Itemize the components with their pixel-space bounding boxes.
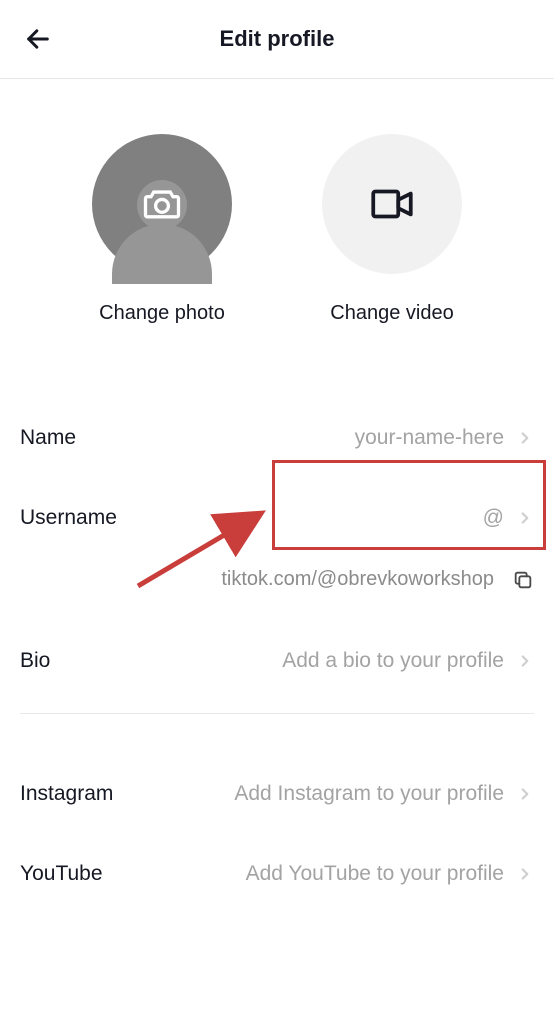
instagram-value-wrap: Add Instagram to your profile — [234, 782, 534, 806]
chevron-right-icon — [516, 652, 534, 670]
bio-value: Add a bio to your profile — [282, 649, 504, 673]
video-icon — [367, 179, 417, 229]
arrow-left-icon — [24, 25, 52, 53]
chevron-right-icon — [516, 785, 534, 803]
avatar-section: Change photo Change video — [0, 79, 554, 360]
youtube-value: Add YouTube to your profile — [246, 862, 504, 886]
bio-value-wrap: Add a bio to your profile — [282, 649, 534, 673]
profile-url: tiktok.com/@obrevkoworkshop — [221, 568, 494, 591]
name-label: Name — [20, 426, 76, 450]
change-video-label: Change video — [330, 302, 453, 325]
instagram-row[interactable]: Instagram Add Instagram to your profile — [20, 754, 534, 834]
instagram-label: Instagram — [20, 782, 113, 806]
settings-list: Name your-name-here Username @ tiktok.co… — [0, 360, 554, 914]
username-value: @ — [483, 506, 504, 530]
change-photo-button[interactable] — [92, 134, 232, 274]
username-label: Username — [20, 506, 117, 530]
name-value-wrap: your-name-here — [355, 426, 534, 450]
page-title: Edit profile — [20, 26, 534, 52]
youtube-label: YouTube — [20, 862, 103, 886]
copy-icon[interactable] — [512, 569, 534, 591]
camera-icon — [140, 182, 184, 226]
chevron-right-icon — [516, 429, 534, 447]
header: Edit profile — [0, 0, 554, 79]
profile-url-row: tiktok.com/@obrevkoworkshop — [20, 558, 534, 621]
change-video-item: Change video — [322, 134, 462, 325]
name-value: your-name-here — [355, 426, 504, 450]
divider — [20, 713, 534, 714]
change-photo-label: Change photo — [99, 302, 225, 325]
username-row[interactable]: Username @ — [20, 478, 534, 558]
chevron-right-icon — [516, 509, 534, 527]
bio-row[interactable]: Bio Add a bio to your profile — [20, 621, 534, 701]
name-row[interactable]: Name your-name-here — [20, 398, 534, 478]
bio-label: Bio — [20, 649, 50, 673]
youtube-value-wrap: Add YouTube to your profile — [246, 862, 534, 886]
chevron-right-icon — [516, 865, 534, 883]
youtube-row[interactable]: YouTube Add YouTube to your profile — [20, 834, 534, 914]
instagram-value: Add Instagram to your profile — [234, 782, 504, 806]
change-video-button[interactable] — [322, 134, 462, 274]
username-value-wrap: @ — [483, 506, 534, 530]
change-photo-item: Change photo — [92, 134, 232, 325]
back-button[interactable] — [20, 21, 56, 57]
